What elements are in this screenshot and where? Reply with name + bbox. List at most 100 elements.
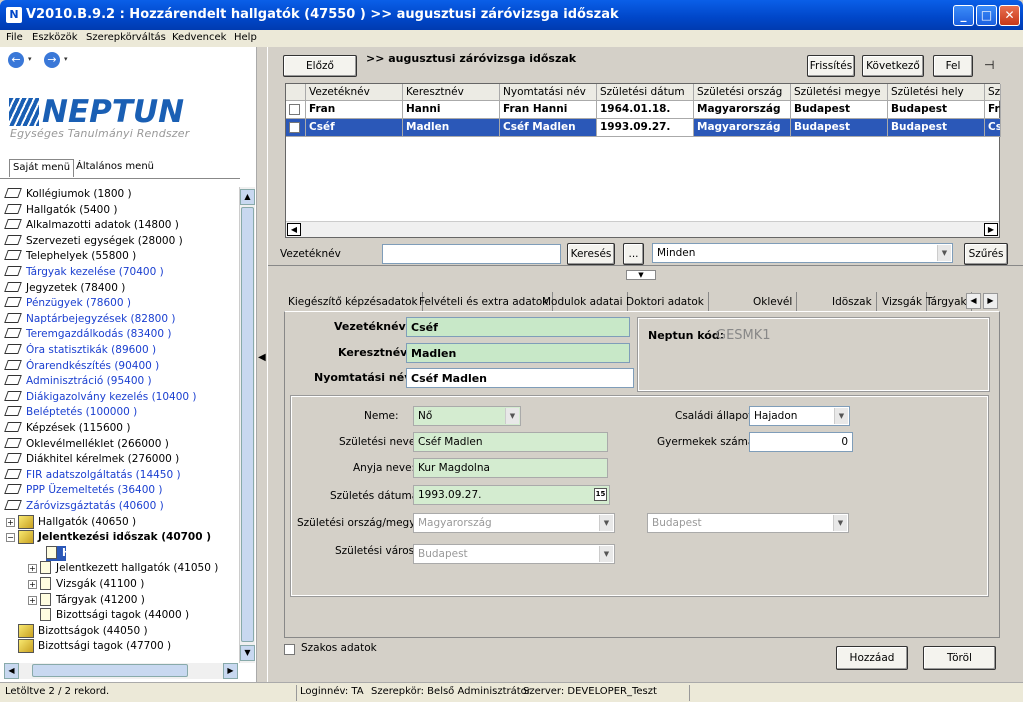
tree-item[interactable]: Diákhitel kérelmek (276000 ) [4, 452, 179, 467]
back-arrow-icon[interactable]: ← [8, 52, 24, 68]
printname-field[interactable]: Cséf Madlen [406, 368, 634, 388]
tree-item[interactable]: Képzések (115600 ) [4, 421, 130, 436]
table-cell[interactable]: Budapest [791, 119, 888, 137]
tree-horizontal-scrollbar[interactable]: ◀ ▶ [4, 663, 238, 679]
scope-select[interactable]: Minden ▼ [652, 243, 953, 263]
collapse-icon[interactable]: − [6, 533, 15, 542]
expand-icon[interactable]: + [6, 518, 15, 527]
table-cell[interactable]: Budapest [888, 101, 985, 119]
tree-item[interactable]: Diákigazolvány kezelés (10400 ) [4, 390, 197, 405]
column-header[interactable]: Sz [985, 84, 1001, 101]
chevron-down-icon[interactable]: ▼ [599, 546, 613, 562]
pin-icon[interactable]: ⊣ [984, 58, 994, 72]
tree-subitem[interactable]: + Tárgyak (41200 ) [28, 593, 145, 608]
menu-help[interactable]: Help [234, 32, 257, 43]
grid-scroll-right-icon[interactable]: ▶ [984, 223, 998, 236]
back-dropdown-icon[interactable]: ▾ [28, 55, 32, 63]
menu-tools[interactable]: Eszközök [32, 32, 78, 43]
calendar-icon[interactable]: 15 [594, 488, 607, 501]
tab-scroll-left-icon[interactable]: ◀ [966, 293, 981, 309]
birthname-field[interactable]: Cséf Madlen [413, 432, 608, 452]
tab-item[interactable]: Modulok adatai [538, 292, 628, 312]
tree-item[interactable]: PPP Üzemeltetés (36400 ) [4, 483, 163, 498]
marital-select[interactable]: Hajadon ▼ [749, 406, 850, 426]
major-data-checkbox[interactable] [284, 644, 295, 655]
tree-vertical-scrollbar[interactable]: ▲ ▼ [239, 187, 255, 663]
chevron-down-icon[interactable]: ▼ [937, 245, 951, 261]
column-header[interactable]: Vezetéknév [306, 84, 403, 101]
tree-item[interactable]: Kollégiumok (1800 ) [4, 187, 132, 202]
chevron-down-icon[interactable]: ▼ [505, 408, 519, 424]
column-header[interactable]: Születési megye [791, 84, 888, 101]
tree-item[interactable]: Beléptetés (100000 ) [4, 405, 137, 420]
table-cell[interactable]: 1964.01.18. [597, 101, 694, 119]
country-select[interactable]: Magyarország ▼ [413, 513, 615, 533]
lastname-field[interactable]: Cséf [406, 317, 630, 337]
tab-item[interactable]: Tárgyak [922, 292, 972, 312]
tab-item[interactable]: Idöszak [828, 292, 877, 312]
maximize-button[interactable]: □ [976, 5, 997, 26]
tree-subitem[interactable]: Bizottsági tagok (47700 ) [18, 639, 171, 654]
tab-own-menu[interactable]: Saját menü [9, 159, 75, 177]
tab-item[interactable]: Kiegészítő képzésadatok [284, 292, 423, 312]
expand-icon[interactable]: + [28, 596, 37, 605]
row-checkbox[interactable] [289, 122, 300, 133]
table-cell[interactable]: Fran Hanni [500, 101, 597, 119]
grid-horizontal-scrollbar[interactable]: ◀ ▶ [286, 221, 999, 237]
tree-item[interactable]: Teremgazdálkodás (83400 ) [4, 327, 171, 342]
tab-item[interactable]: Oklevél [749, 292, 798, 312]
expand-icon[interactable]: + [28, 564, 37, 573]
expand-icon[interactable]: + [28, 580, 37, 589]
city-select[interactable]: Budapest ▼ [413, 544, 615, 564]
search-button[interactable]: Keresés [567, 243, 615, 265]
chevron-down-icon[interactable]: ▼ [834, 408, 848, 424]
scroll-thumb[interactable] [241, 207, 254, 642]
scroll-up-icon[interactable]: ▲ [240, 189, 255, 205]
more-button[interactable]: ... [623, 243, 644, 265]
grid-scroll-left-icon[interactable]: ◀ [287, 223, 301, 236]
scroll-left-icon[interactable]: ◀ [4, 663, 19, 679]
birthdate-field[interactable]: 1993.09.27. 15 [413, 485, 610, 505]
table-cell[interactable]: Fr [985, 101, 1001, 119]
chevron-down-icon[interactable]: ▼ [599, 515, 613, 531]
tree-subitem[interactable]: Bizottsági tagok (44000 ) [40, 608, 189, 623]
tree-item[interactable]: Jegyzetek (78400 ) [4, 281, 125, 296]
tree-item[interactable]: Telephelyek (55800 ) [4, 249, 136, 264]
table-cell[interactable]: Madlen [403, 119, 500, 137]
column-header[interactable]: Születési hely [888, 84, 985, 101]
scroll-h-thumb[interactable] [32, 664, 188, 677]
tab-item[interactable]: Felvételi és extra adatok [415, 292, 554, 312]
add-button[interactable]: Hozzáad [836, 646, 908, 670]
tree-subitem[interactable]: Bizottságok (44050 ) [18, 624, 148, 639]
tree-item[interactable]: Tárgyak kezelése (70400 ) [4, 265, 164, 280]
tree-item[interactable]: Naptárbejegyzések (82800 ) [4, 312, 175, 327]
tree-subitem[interactable]: − Jelentkezési időszak (40700 ) [6, 530, 211, 545]
filter-input[interactable] [382, 244, 561, 264]
expand-toggle-icon[interactable]: ▼ [626, 270, 656, 280]
tree-item[interactable]: Oklevélmelléklet (266000 ) [4, 437, 169, 452]
row-select-cell[interactable] [286, 119, 306, 137]
row-checkbox[interactable] [289, 104, 300, 115]
column-header[interactable]: Nyomtatási név [500, 84, 597, 101]
tree-item[interactable]: Adminisztráció (95400 ) [4, 374, 152, 389]
children-count-field[interactable]: 0 [749, 432, 853, 452]
refresh-button[interactable]: Frissítés [807, 55, 855, 77]
tree-item[interactable]: Óra statisztikák (89600 ) [4, 343, 156, 358]
tree-item[interactable]: Alkalmazotti adatok (14800 ) [4, 218, 179, 233]
firstname-field[interactable]: Madlen [406, 343, 630, 363]
tree-item[interactable]: Hallgatók (5400 ) [4, 203, 117, 218]
table-cell[interactable]: Magyarország [694, 119, 791, 137]
table-cell[interactable]: 1993.09.27. [597, 119, 694, 137]
row-select-cell[interactable] [286, 101, 306, 119]
prev-button[interactable]: Előző [283, 55, 357, 77]
column-header[interactable]: Születési dátum [597, 84, 694, 101]
filter-button[interactable]: Szűrés [964, 243, 1008, 265]
table-cell[interactable]: Budapest [791, 101, 888, 119]
tab-item[interactable]: Vizsgák [878, 292, 928, 312]
forward-dropdown-icon[interactable]: ▾ [64, 55, 68, 63]
table-cell[interactable]: Hanni [403, 101, 500, 119]
collapse-left-icon[interactable]: ◀ [258, 352, 266, 363]
tab-item[interactable]: Doktori adatok [622, 292, 709, 312]
tree-item[interactable]: Órarendkészítés (90400 ) [4, 359, 159, 374]
table-cell[interactable]: Cs [985, 119, 1001, 137]
